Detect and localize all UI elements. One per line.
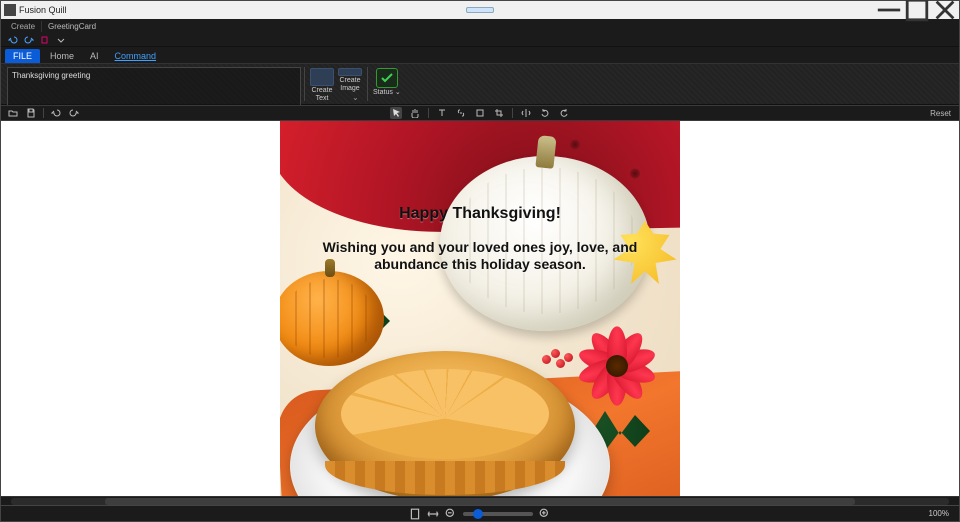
canvas[interactable]: Happy Thanksgiving! Wishing you and your…: [1, 121, 959, 496]
status-ok-icon: [376, 68, 398, 88]
open-button[interactable]: [7, 107, 19, 119]
qat-dropdown[interactable]: [55, 34, 67, 46]
crop-tool[interactable]: [493, 107, 505, 119]
create-image-expand-icon[interactable]: ⌄: [352, 93, 362, 104]
editor-toolbar: Reset: [1, 105, 959, 121]
hand-tool[interactable]: [409, 107, 421, 119]
doc-tab-greetingcard[interactable]: GreetingCard: [41, 21, 102, 32]
titlebar-grip[interactable]: [466, 7, 494, 13]
status-group: Status ⌄: [371, 64, 403, 104]
tab-home[interactable]: Home: [42, 49, 82, 63]
status-expand-icon[interactable]: ⌄: [395, 89, 401, 96]
text-tool[interactable]: [436, 107, 448, 119]
zoom-slider[interactable]: [463, 512, 533, 516]
redo2-button[interactable]: [68, 107, 80, 119]
create-text-button[interactable]: CreateText: [308, 64, 336, 104]
create-image-icon: [338, 68, 362, 76]
zoom-percent[interactable]: 100%: [929, 509, 949, 518]
zoom-out-button[interactable]: [445, 508, 457, 520]
title-bar: Fusion Quill: [1, 1, 959, 19]
reset-button[interactable]: Reset: [930, 109, 951, 118]
zoom-in-button[interactable]: [539, 508, 551, 520]
fit-page-button[interactable]: [409, 508, 421, 520]
redo-button[interactable]: [23, 34, 35, 46]
copy-button[interactable]: [39, 34, 51, 46]
document-tabs: Create GreetingCard: [1, 19, 959, 33]
tab-file[interactable]: FILE: [5, 49, 40, 63]
create-image-button[interactable]: CreateImage ⌄: [336, 64, 364, 104]
greeting-card-image[interactable]: Happy Thanksgiving! Wishing you and your…: [280, 121, 680, 496]
horizontal-scrollbar[interactable]: [1, 496, 959, 505]
flip-h-button[interactable]: [520, 107, 532, 119]
card-message-text: Wishing you and your loved ones joy, lov…: [300, 239, 660, 273]
shape-tool[interactable]: [474, 107, 486, 119]
fit-width-button[interactable]: [427, 508, 439, 520]
undo2-button[interactable]: [50, 107, 62, 119]
rotate-cw-button[interactable]: [558, 107, 570, 119]
close-button[interactable]: [931, 1, 959, 19]
app-title: Fusion Quill: [19, 5, 67, 15]
app-icon: [4, 4, 16, 16]
rotate-ccw-button[interactable]: [539, 107, 551, 119]
ribbon: AI Command CreateText CreateImage ⌄ Stat…: [1, 63, 959, 105]
minimize-button[interactable]: [875, 1, 903, 19]
tab-command[interactable]: Command: [107, 49, 165, 63]
card-title-text: Happy Thanksgiving!: [280, 205, 680, 223]
undo-button[interactable]: [7, 34, 19, 46]
ribbon-tabs: FILE Home AI Command: [1, 47, 959, 63]
pointer-tool[interactable]: [390, 107, 402, 119]
create-text-icon: [310, 68, 334, 86]
link-tool[interactable]: [455, 107, 467, 119]
doc-tab-create[interactable]: Create: [5, 21, 41, 32]
save-button[interactable]: [25, 107, 37, 119]
tab-ai[interactable]: AI: [82, 49, 107, 63]
maximize-button[interactable]: [903, 1, 931, 19]
quick-access-toolbar: [1, 33, 959, 47]
status-bar: 100%: [1, 505, 959, 521]
